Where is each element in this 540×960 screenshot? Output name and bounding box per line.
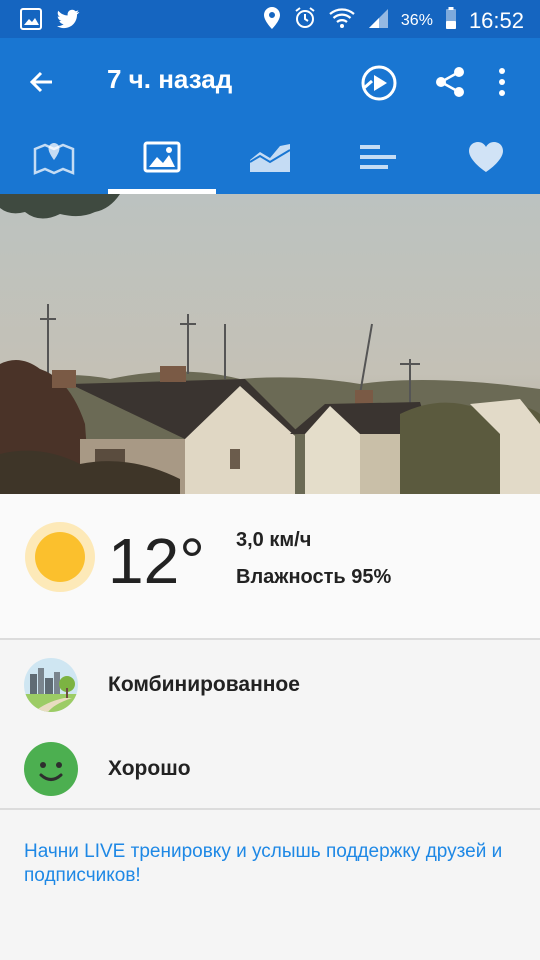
- gallery-icon: [20, 8, 42, 35]
- heart-icon: [467, 140, 505, 179]
- tab-map[interactable]: [0, 124, 108, 194]
- surface-row[interactable]: Комбинированное: [0, 642, 540, 726]
- tab-likes[interactable]: [432, 124, 540, 194]
- weather-section: 12° 3,0 км/ч Влажность 95%: [0, 494, 540, 638]
- humidity: Влажность 95%: [236, 566, 392, 588]
- tab-stats[interactable]: [324, 124, 432, 194]
- battery-percent: 36%: [400, 11, 433, 29]
- page-title: 7 ч. назад: [107, 64, 233, 94]
- temperature: 12°: [108, 525, 205, 597]
- location-icon: [263, 6, 281, 35]
- signal-icon: [367, 7, 389, 34]
- surface-label: Комбинированное: [108, 673, 300, 696]
- status-bar: 36% 16:52: [0, 0, 540, 38]
- wind-speed: 3,0 км/ч: [236, 529, 312, 551]
- battery-icon: [445, 6, 457, 35]
- divider: [0, 638, 540, 640]
- stats-icon: [358, 141, 398, 178]
- feeling-row[interactable]: Хорошо: [0, 726, 540, 810]
- wifi-icon: [329, 6, 355, 35]
- sun-icon: [24, 521, 96, 593]
- smiley-face-icon: [24, 742, 78, 796]
- app-bar: 7 ч. назад: [0, 38, 540, 124]
- tab-chart[interactable]: [216, 124, 324, 194]
- feeling-label: Хорошо: [108, 757, 191, 780]
- tab-photo[interactable]: [108, 124, 216, 194]
- workout-photo[interactable]: [0, 194, 540, 494]
- play-route-icon[interactable]: [360, 64, 398, 101]
- twitter-icon: [56, 9, 80, 34]
- photo-icon: [143, 141, 181, 178]
- live-training-link[interactable]: Начни LIVE тренировку и услышь поддержку…: [24, 840, 504, 888]
- clock: 16:52: [468, 7, 524, 33]
- divider: [0, 808, 540, 810]
- alarm-icon: [293, 6, 317, 35]
- share-icon[interactable]: [432, 64, 468, 100]
- chart-icon: [248, 140, 292, 179]
- back-arrow-icon[interactable]: [24, 64, 60, 100]
- map-icon: [33, 139, 75, 180]
- city-park-icon: [24, 658, 78, 712]
- tab-bar: [0, 124, 540, 194]
- more-vert-icon[interactable]: [494, 64, 510, 100]
